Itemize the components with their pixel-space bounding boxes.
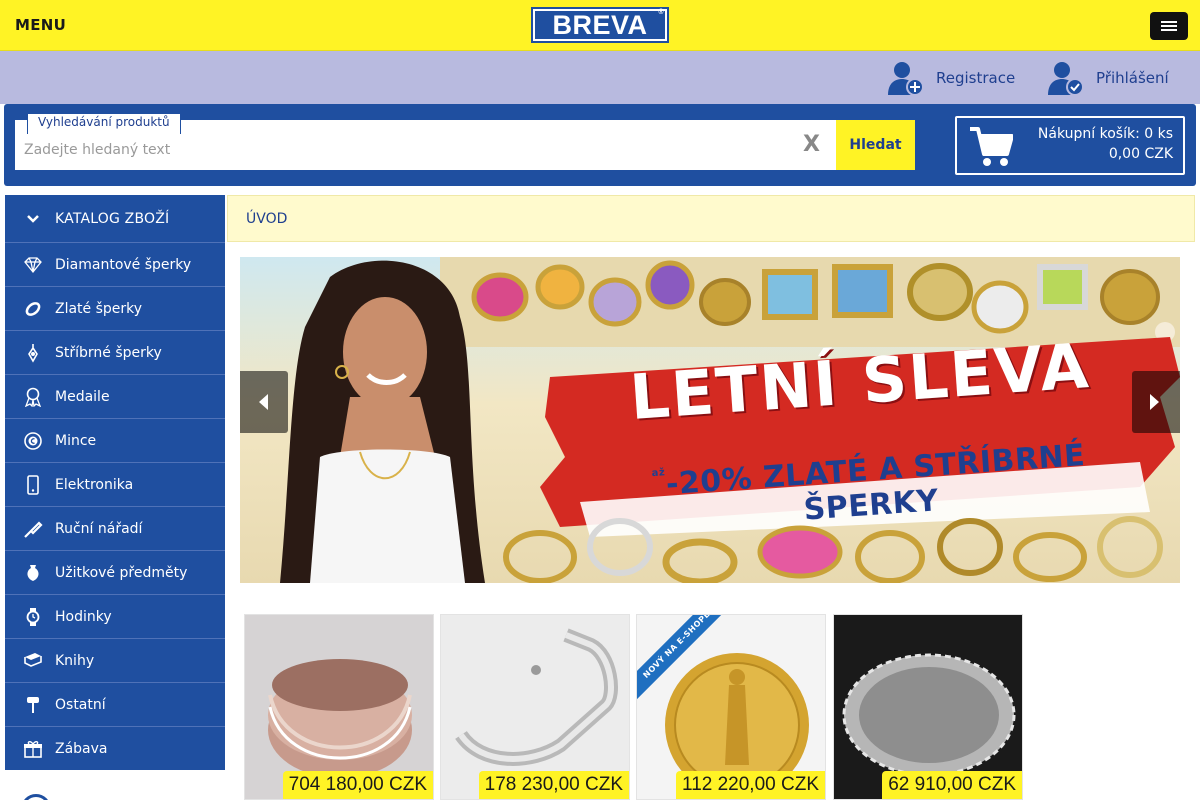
shopping-cart[interactable]: Nákupní košík: 0 ks 0,00 CZK <box>955 116 1185 175</box>
banner-sub-prefix: až <box>651 467 666 480</box>
misc-icon <box>27 696 39 713</box>
sidebar-item-entertainment[interactable]: Zábava <box>5 727 225 771</box>
sidebar-item-silver-jewelry[interactable]: Stříbrné šperky <box>5 331 225 375</box>
catalog-sidebar: KATALOG ZBOŽÍ Diamantové šperky Zlaté šp… <box>5 195 225 771</box>
sidebar-item-medals[interactable]: Medaile <box>5 375 225 419</box>
sidebar-item-label: Medaile <box>55 388 110 405</box>
search-input[interactable] <box>24 142 784 158</box>
sidebar-item-label: Stříbrné šperky <box>55 344 162 361</box>
search-legend: Vyhledávání produktů <box>27 114 181 134</box>
sidebar-item-electronics[interactable]: Elektronika <box>5 463 225 507</box>
sidebar-item-coins[interactable]: Mince <box>5 419 225 463</box>
sidebar-item-watches[interactable]: Hodinky <box>5 595 225 639</box>
register-link[interactable]: Registrace <box>886 59 1015 97</box>
pendant-icon <box>28 343 38 363</box>
add-user-icon <box>888 62 924 96</box>
breadcrumb-home[interactable]: ÚVOD <box>246 211 287 227</box>
chevron-right-icon <box>1150 394 1159 410</box>
product-card[interactable]: 62 910,00 CZK <box>833 614 1023 800</box>
breadcrumb: ÚVOD <box>227 195 1195 242</box>
clear-search-icon[interactable]: X <box>803 132 820 157</box>
search-button[interactable]: Hledat <box>836 120 915 170</box>
catalog-header[interactable]: KATALOG ZBOŽÍ <box>5 195 225 243</box>
product-card[interactable]: 178 230,00 CZK <box>440 614 630 800</box>
sidebar-item-label: Hodinky <box>55 608 112 625</box>
product-card[interactable]: NOVÝ NA E-SHOPE 112 220,00 CZK <box>636 614 826 800</box>
logo-text: BREVA ® <box>535 9 665 40</box>
cart-count: Nákupní košík: 0 ks <box>1037 126 1173 142</box>
shopping-cart-icon <box>970 127 1013 166</box>
user-login-icon <box>1048 62 1084 96</box>
sidebar-item-utility-items[interactable]: Užitkové předměty <box>5 551 225 595</box>
sidebar-item-label: Mince <box>55 432 97 449</box>
watch-icon <box>26 607 40 626</box>
sidebar-item-label: Zlaté šperky <box>55 300 143 317</box>
sidebar-item-label: Užitkové předměty <box>55 564 188 581</box>
tool-icon <box>24 520 43 538</box>
breva-logo[interactable]: BREVA ® <box>531 7 669 43</box>
sidebar-item-diamond-jewelry[interactable]: Diamantové šperky <box>5 243 225 287</box>
product-price: 704 180,00 CZK <box>282 771 433 799</box>
gift-icon <box>24 740 42 758</box>
sidebar-item-label: Ruční nářadí <box>55 520 143 537</box>
chevron-left-icon <box>259 394 268 410</box>
product-price: 178 230,00 CZK <box>478 771 629 799</box>
hamburger-menu-icon[interactable] <box>1150 12 1188 40</box>
sidebar-below-section <box>5 770 225 800</box>
book-icon <box>24 652 42 667</box>
product-card[interactable]: 704 180,00 CZK <box>244 614 434 800</box>
vase-icon <box>27 564 39 581</box>
user-bar: Registrace Přihlášení <box>0 51 1200 104</box>
phone-icon <box>27 474 39 495</box>
top-bar: MENU BREVA ® <box>0 0 1200 51</box>
login-link[interactable]: Přihlášení <box>1046 59 1169 97</box>
sidebar-item-label: Ostatní <box>55 696 106 713</box>
sidebar-item-gold-jewelry[interactable]: Zlaté šperky <box>5 287 225 331</box>
sidebar-item-label: Knihy <box>55 652 95 669</box>
catalog-header-label: KATALOG ZBOŽÍ <box>55 210 170 227</box>
chevron-down-icon <box>27 214 39 223</box>
ring-icon <box>25 301 41 316</box>
register-label: Registrace <box>936 69 1016 87</box>
sidebar-item-hand-tools[interactable]: Ruční nářadí <box>5 507 225 551</box>
sidebar-item-label: Zábava <box>55 740 108 757</box>
promo-banner[interactable]: LETNÍ SLEVA až-20% ZLATÉ A STŘÍBRNÉ ŠPER… <box>240 257 1180 583</box>
diamond-icon <box>24 256 42 273</box>
logo-wordmark: BREVA <box>552 10 648 40</box>
sidebar-item-other[interactable]: Ostatní <box>5 683 225 727</box>
logo-registered-mark: ® <box>658 9 664 16</box>
product-price: 112 220,00 CZK <box>676 771 825 799</box>
carousel-next-button[interactable] <box>1132 371 1180 433</box>
login-label: Přihlášení <box>1096 69 1169 87</box>
model-photo <box>280 260 485 583</box>
menu-button[interactable]: MENU <box>15 16 66 34</box>
jewelry-collage-bottom <box>503 516 1163 583</box>
sidebar-item-label: Diamantové šperky <box>55 256 192 273</box>
carousel-prev-button[interactable] <box>240 371 288 433</box>
cart-total: 0,00 CZK <box>1108 146 1173 162</box>
coin-icon <box>24 431 42 450</box>
sidebar-item-label: Elektronika <box>55 476 134 493</box>
sidebar-item-books[interactable]: Knihy <box>5 639 225 683</box>
search-bar: Vyhledávání produktů X Hledat Nákupní ko… <box>4 104 1196 186</box>
medal-icon <box>24 387 42 407</box>
info-circle-icon <box>21 794 51 800</box>
search-box: Vyhledávání produktů X <box>15 114 836 170</box>
product-price: 62 910,00 CZK <box>882 771 1022 799</box>
